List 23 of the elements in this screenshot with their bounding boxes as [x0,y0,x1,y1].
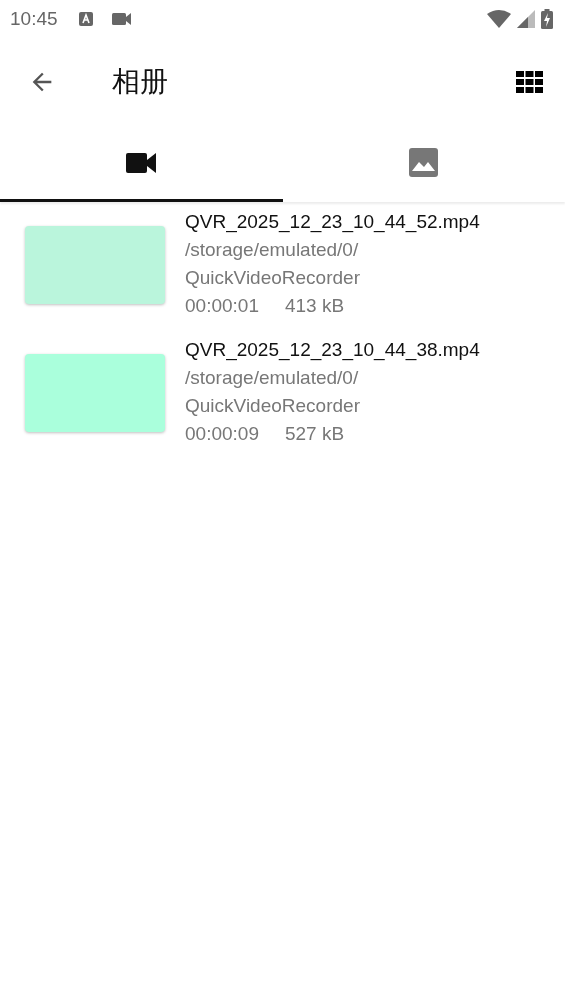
video-camera-icon [111,12,132,26]
app-title: 相册 [112,68,168,96]
file-name: QVR_2025_12_23_10_44_38.mp4 [185,338,480,363]
file-name: QVR_2025_12_23_10_44_52.mp4 [185,210,480,235]
file-path: /storage/emulated/0/ [185,238,360,262]
status-time: 10:45 [10,8,58,30]
grid-view-button[interactable] [516,71,543,93]
image-icon [409,148,439,177]
file-size: 527 kB [284,422,345,446]
file-path: QuickVideoRecorder [185,394,361,418]
battery-icon [541,9,553,29]
video-camera-icon [126,152,157,173]
wifi-icon [487,10,511,28]
video-duration: 00:00:01 [185,294,259,318]
file-size: 413 kB [284,294,345,318]
keyboard-icon [77,11,94,27]
signal-icon [517,10,535,28]
file-path: /storage/emulated/0/ [185,366,360,390]
video-thumbnail[interactable] [25,226,165,304]
grid-icon [516,71,543,93]
video-duration: 00:00:09 [185,422,259,446]
video-thumbnail[interactable] [25,354,165,432]
file-path: QuickVideoRecorder [185,266,361,290]
